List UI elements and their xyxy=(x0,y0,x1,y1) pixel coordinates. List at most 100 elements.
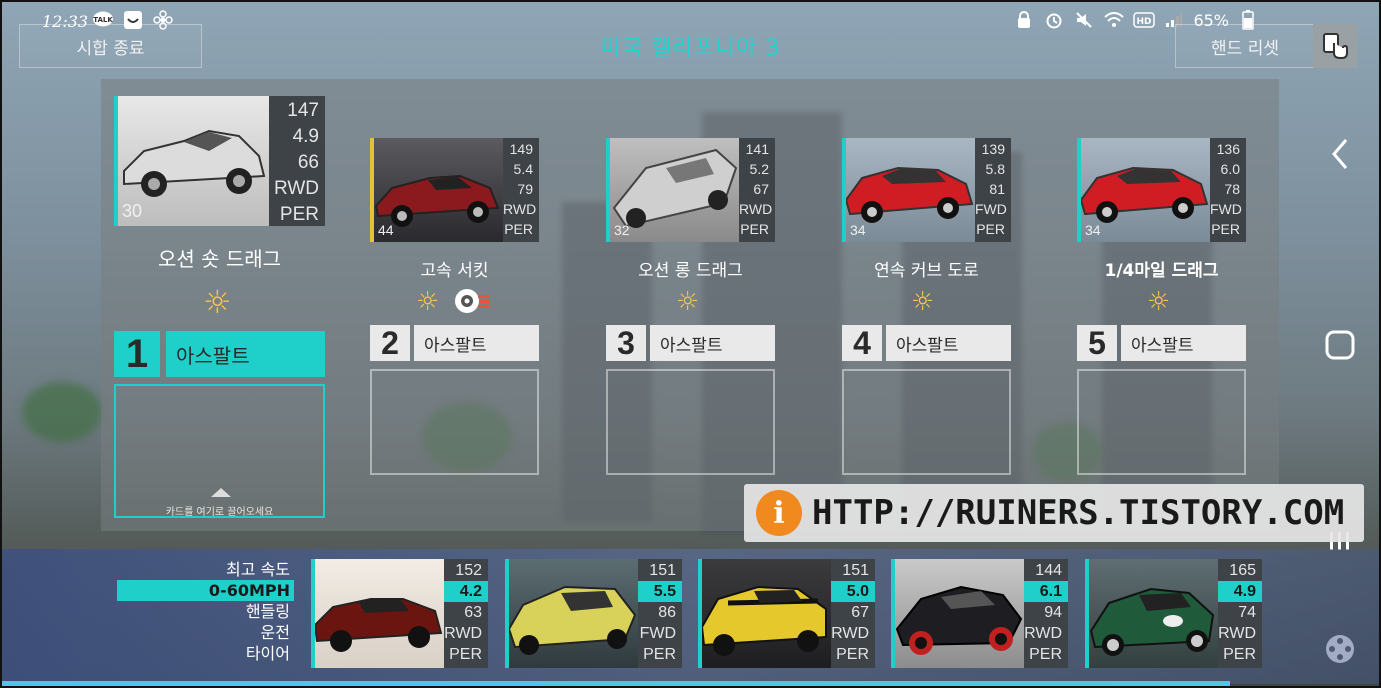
home-nav-icon[interactable] xyxy=(1323,328,1357,362)
stat-top-speed: 151 xyxy=(842,562,869,579)
sort-option-drive[interactable]: 운전 xyxy=(117,622,294,643)
page-title: 미국 캘리포니아 3 xyxy=(600,36,781,61)
race-card-3[interactable]: 141 5.2 67 RWD PER 32 xyxy=(606,138,775,242)
card-rating: 44 xyxy=(378,222,394,238)
stat-acceleration: 5.4 xyxy=(513,161,533,177)
stat-acceleration: 4.9 xyxy=(1218,581,1262,602)
card-drop-slot-5[interactable] xyxy=(1077,369,1246,475)
sort-option-acceleration[interactable]: 0-60MPH xyxy=(117,580,294,601)
race-card-4[interactable]: 139 5.8 81 FWD PER 34 xyxy=(842,138,1011,242)
car-photo xyxy=(311,559,444,668)
card-rating: 32 xyxy=(614,222,630,238)
card-accent xyxy=(842,138,846,242)
card-drop-slot-3[interactable] xyxy=(606,369,775,475)
card-stats: 147 4.9 66 RWD PER xyxy=(269,96,325,226)
stat-handling: 94 xyxy=(1044,604,1062,621)
car-photo xyxy=(698,559,831,668)
card-drop-slot-2[interactable] xyxy=(370,369,539,475)
card-accent xyxy=(370,138,374,242)
stat-acceleration: 5.2 xyxy=(749,161,769,177)
stat-drive: RWD xyxy=(273,178,319,199)
card-accent xyxy=(891,559,895,668)
car-photo xyxy=(891,559,1024,668)
stat-drive: FWD xyxy=(1210,201,1242,217)
stat-tyre: PER xyxy=(836,646,869,663)
stat-handling: 78 xyxy=(1224,181,1240,197)
hand-card-4[interactable]: 144 6.1 94 RWD PER xyxy=(891,559,1068,668)
stat-tyre: PER xyxy=(740,221,769,237)
sun-icon: ☼ xyxy=(911,287,935,317)
card-stats: 141 5.2 67 RWD PER xyxy=(739,138,775,242)
stat-top-speed: 165 xyxy=(1229,562,1256,579)
sort-option-handling[interactable]: 핸들링 xyxy=(117,601,294,622)
card-stats: 139 5.8 81 FWD PER xyxy=(975,138,1011,242)
sort-option-top-speed[interactable]: 최고 속도 xyxy=(117,559,294,580)
stat-top-speed: 149 xyxy=(509,141,533,157)
card-rating: 34 xyxy=(1085,222,1101,238)
stat-drive: FWD xyxy=(639,625,676,642)
sun-icon: ☼ xyxy=(676,287,700,317)
card-accent xyxy=(698,559,702,668)
race-number-2: 2 xyxy=(370,325,410,361)
race-card-5[interactable]: 136 6.0 78 FWD PER 34 xyxy=(1077,138,1246,242)
stat-drive: RWD xyxy=(1024,625,1062,642)
hand-card-2[interactable]: 151 5.5 86 FWD PER xyxy=(505,559,682,668)
stat-top-speed: 152 xyxy=(455,562,482,579)
card-accent xyxy=(1085,559,1089,668)
stat-drive: RWD xyxy=(444,625,482,642)
race-number-5: 5 xyxy=(1077,325,1117,361)
card-stats: 165 4.9 74 RWD PER xyxy=(1218,559,1262,668)
wifi-icon xyxy=(1103,10,1125,30)
surface-label-4: 아스팔트 xyxy=(886,325,1011,361)
card-stats: 149 5.4 79 RWD PER xyxy=(503,138,539,242)
card-accent xyxy=(1077,138,1081,242)
hand-scroll-indicator xyxy=(2,681,1230,686)
sun-icon: ☼ xyxy=(1147,287,1171,317)
sort-options: 최고 속도 0-60MPH 핸들링 운전 타이어 xyxy=(117,559,294,664)
stat-handling: 63 xyxy=(464,604,482,621)
race-card-1[interactable]: 147 4.9 66 RWD PER 30 xyxy=(114,96,325,226)
stat-acceleration: 5.8 xyxy=(985,161,1005,177)
card-accent xyxy=(606,138,610,242)
hand-touch-icon[interactable] xyxy=(1313,24,1357,68)
stat-handling: 67 xyxy=(851,604,869,621)
back-nav-icon[interactable] xyxy=(1323,137,1357,171)
race-number-4: 4 xyxy=(842,325,882,361)
surface-label-5: 아스팔트 xyxy=(1121,325,1246,361)
stat-top-speed: 141 xyxy=(745,141,769,157)
stat-handling: 79 xyxy=(517,181,533,197)
sun-icon: ☼ xyxy=(203,283,232,321)
race-number-1: 1 xyxy=(114,331,160,377)
stat-acceleration: 4.9 xyxy=(292,126,319,147)
card-rating: 34 xyxy=(850,222,866,238)
hand-card-1[interactable]: 152 4.2 63 RWD PER xyxy=(311,559,488,668)
race-name-3: 오션 롱 드래그 xyxy=(638,261,743,281)
card-accent xyxy=(505,559,509,668)
race-card-2[interactable]: 149 5.4 79 RWD PER 44 xyxy=(370,138,539,242)
hand-card-3[interactable]: 151 5.0 67 RWD PER xyxy=(698,559,875,668)
svg-text:TALK: TALK xyxy=(93,16,113,24)
sort-option-tyre[interactable]: 타이어 xyxy=(117,643,294,664)
reset-hand-button[interactable]: 핸드 리셋 xyxy=(1175,24,1315,68)
stat-drive: RWD xyxy=(739,201,773,217)
car-photo xyxy=(505,559,638,668)
surface-label-1: 아스팔트 xyxy=(166,331,325,377)
mute-icon xyxy=(1073,10,1095,30)
surface-label-2: 아스팔트 xyxy=(414,325,539,361)
stat-tyre: PER xyxy=(449,646,482,663)
card-stats: 152 4.2 63 RWD PER xyxy=(444,559,488,668)
surface-label-3: 아스팔트 xyxy=(650,325,775,361)
stat-handling: 74 xyxy=(1238,604,1256,621)
watermark-text: HTTP://RUINERS.TISTORY.COM xyxy=(812,493,1345,533)
card-drop-slot-4[interactable] xyxy=(842,369,1011,475)
card-drop-slot-1[interactable]: 카드를 여기로 끌어오세요 xyxy=(114,384,325,518)
race-name-2: 고속 서킷 xyxy=(420,261,489,281)
stat-tyre: PER xyxy=(504,221,533,237)
alarm-icon xyxy=(1043,10,1065,30)
sun-icon: ☼ xyxy=(416,287,440,317)
stat-tyre: PER xyxy=(1211,221,1240,237)
car-photo xyxy=(1085,559,1218,668)
hd-icon: HD xyxy=(1133,10,1156,30)
stat-tyre: PER xyxy=(976,221,1005,237)
hand-card-5[interactable]: 165 4.9 74 RWD PER xyxy=(1085,559,1262,668)
